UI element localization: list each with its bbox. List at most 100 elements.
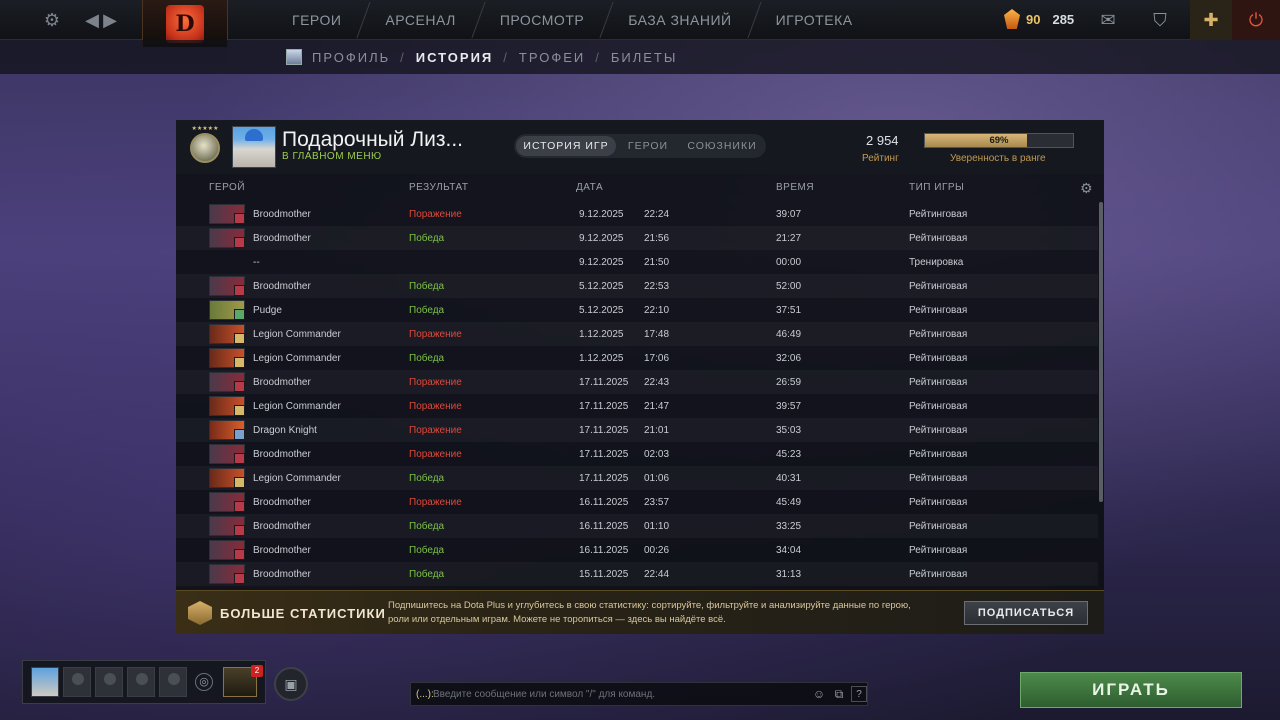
match-duration: 00:00 [776,257,802,268]
match-result: Поражение [409,209,462,220]
table-row[interactable]: -- 9.12.2025 21:50 00:00 Тренировка [176,250,1098,274]
subscribe-button[interactable]: ПОДПИСАТЬСЯ [964,601,1088,625]
rank-confidence-label: Уверенность в ранге [950,153,1046,164]
chat-input[interactable] [433,686,805,703]
table-row[interactable]: Legion Commander Победа 1.12.2025 17:06 32:0… [176,346,1098,370]
nav-heroes[interactable]: ГЕРОИ [270,0,363,40]
column-game-type[interactable]: ТИП ИГРЫ [909,182,964,193]
column-settings-gear-icon[interactable]: ⚙ [1080,180,1096,196]
avatar[interactable] [232,126,276,168]
table-row[interactable]: Legion Commander Поражение 17.11.2025 21:47… [176,394,1098,418]
nav-watch[interactable]: ПРОСМОТР [478,0,606,40]
game-type: Тренировка [909,257,964,268]
match-result: Победа [409,473,445,484]
hero-name: Legion Commander [253,329,341,340]
column-duration[interactable]: ВРЕМЯ [776,182,814,193]
tab-allies[interactable]: СОЮЗНИКИ [680,136,764,156]
forward-arrow-icon[interactable]: ▶ [98,8,122,32]
subnav-profile[interactable]: ПРОФИЛЬ [312,50,390,65]
match-duration: 40:31 [776,473,802,484]
power-button[interactable]: ⏻ [1232,0,1280,40]
rank-confidence-percent: 69% [989,135,1009,146]
profile-header: ★★★★★ Подарочный Лиз... В ГЛАВНОМ МЕНЮ И… [176,120,1104,174]
table-row[interactable]: Broodmother Поражение 9.12.2025 22:24 39:07 Р… [176,202,1098,226]
scrollbar[interactable] [1099,202,1103,502]
armory-button[interactable]: ⛉ [1142,0,1178,40]
history-tabs: ИСТОРИЯ ИГР ГЕРОИ СОЮЗНИКИ [514,134,766,158]
match-duration: 39:07 [776,209,802,220]
hero-role-icon [234,213,245,224]
party-slot-empty[interactable] [95,667,123,697]
table-row[interactable]: Pudge Победа 5.12.2025 22:10 37:51 Рейтингова… [176,298,1098,322]
match-time: 22:43 [644,377,670,388]
match-date: 17.11.2025 [579,473,629,484]
tab-heroes[interactable]: ГЕРОИ [616,136,680,156]
table-row[interactable]: Broodmother Победа 5.12.2025 22:53 52:00 Рейт… [176,274,1098,298]
chat-expand-icon[interactable]: ⧉ [831,686,847,702]
match-duration: 32:06 [776,353,802,364]
match-date: 17.11.2025 [579,377,629,388]
hero-role-icon [234,357,245,368]
chat-channel-prefix[interactable]: (...): [416,689,434,700]
match-duration: 31:13 [776,569,802,580]
match-history-panel: ★★★★★ Подарочный Лиз... В ГЛАВНОМ МЕНЮ И… [176,120,1104,634]
gear-icon[interactable]: ⚙ [40,8,64,32]
table-row[interactable]: Broodmother Победа 9.12.2025 21:56 21:27 Рейт… [176,226,1098,250]
emoji-icon[interactable]: ☺ [811,686,827,702]
dota-plus-button[interactable]: ✚ [1190,0,1232,40]
match-date: 9.12.2025 [579,233,624,244]
match-result: Победа [409,353,445,364]
table-row[interactable]: Legion Commander Поражение 1.12.2025 17:48 4… [176,322,1098,346]
mail-button[interactable]: ✉ [1090,0,1126,40]
subnav-trophies[interactable]: ТРОФЕИ [519,50,585,65]
table-row[interactable]: Broodmother Победа 15.11.2025 22:44 31:13 Рей… [176,562,1098,586]
hero-role-icon [234,525,245,536]
hero-name: Dragon Knight [253,425,317,436]
game-type: Рейтинговая [909,281,968,292]
subnav-tickets[interactable]: БИЛЕТЫ [611,50,678,65]
hero-role-icon [234,429,245,440]
table-row[interactable]: Broodmother Поражение 17.11.2025 22:43 26:59… [176,370,1098,394]
hero-name: Legion Commander [253,353,341,364]
main-nav: ГЕРОИ АРСЕНАЛ ПРОСМОТР БАЗА ЗНАНИЙ ИГРОТ… [270,0,875,40]
hero-name: Broodmother [253,449,311,460]
match-result: Победа [409,545,445,556]
column-date[interactable]: ДАТА [576,182,603,193]
nav-arcade[interactable]: ИГРОТЕКА [754,0,875,40]
rank-confidence-bar: 69% [924,133,1074,148]
match-time: 21:50 [644,257,670,268]
table-row[interactable]: Broodmother Победа 16.11.2025 00:26 34:04 Рей… [176,538,1098,562]
match-duration: 34:04 [776,545,802,556]
party-slot-empty[interactable] [159,667,187,697]
currency-display[interactable]: 90 285 [1004,9,1074,29]
nav-armory[interactable]: АРСЕНАЛ [363,0,477,40]
rank-medal[interactable]: ★★★★★ [186,126,224,168]
table-row[interactable]: Broodmother Поражение 17.11.2025 02:03 45:23… [176,442,1098,466]
column-hero[interactable]: ГЕРОЙ [209,182,245,193]
party-slot-self[interactable] [31,667,59,697]
shard-icon [1004,9,1020,29]
game-type: Рейтинговая [909,497,968,508]
match-date: 16.11.2025 [579,521,629,532]
nav-learn[interactable]: БАЗА ЗНАНИЙ [606,0,753,40]
party-slot-empty[interactable] [63,667,91,697]
game-type: Рейтинговая [909,545,968,556]
table-row[interactable]: Dragon Knight Поражение 17.11.2025 21:01 35:… [176,418,1098,442]
chat-bar: (...): ☺ ⧉ ? [410,682,868,706]
table-row[interactable]: Broodmother Поражение 16.11.2025 23:57 45:49… [176,490,1098,514]
hero-role-icon [234,285,245,296]
play-button[interactable]: ИГРАТЬ [1020,672,1242,708]
hero-role-icon [234,501,245,512]
chat-help-icon[interactable]: ? [851,686,867,702]
tab-match-history[interactable]: ИСТОРИЯ ИГР [516,136,616,156]
friends-group-icon[interactable]: ▣ [274,667,308,701]
rating-value: 2 954 [866,133,899,148]
column-result[interactable]: РЕЗУЛЬТАТ [409,182,468,193]
table-row[interactable]: Legion Commander Победа 17.11.2025 01:06 40:… [176,466,1098,490]
match-time: 00:26 [644,545,670,556]
party-slot-empty[interactable] [127,667,155,697]
voice-chat-icon[interactable]: ◎ [195,673,213,691]
promo-title: БОЛЬШЕ СТАТИСТИКИ [220,606,386,621]
table-row[interactable]: Broodmother Победа 16.11.2025 01:10 33:25 Рей… [176,514,1098,538]
subnav-history[interactable]: ИСТОРИЯ [416,50,494,65]
